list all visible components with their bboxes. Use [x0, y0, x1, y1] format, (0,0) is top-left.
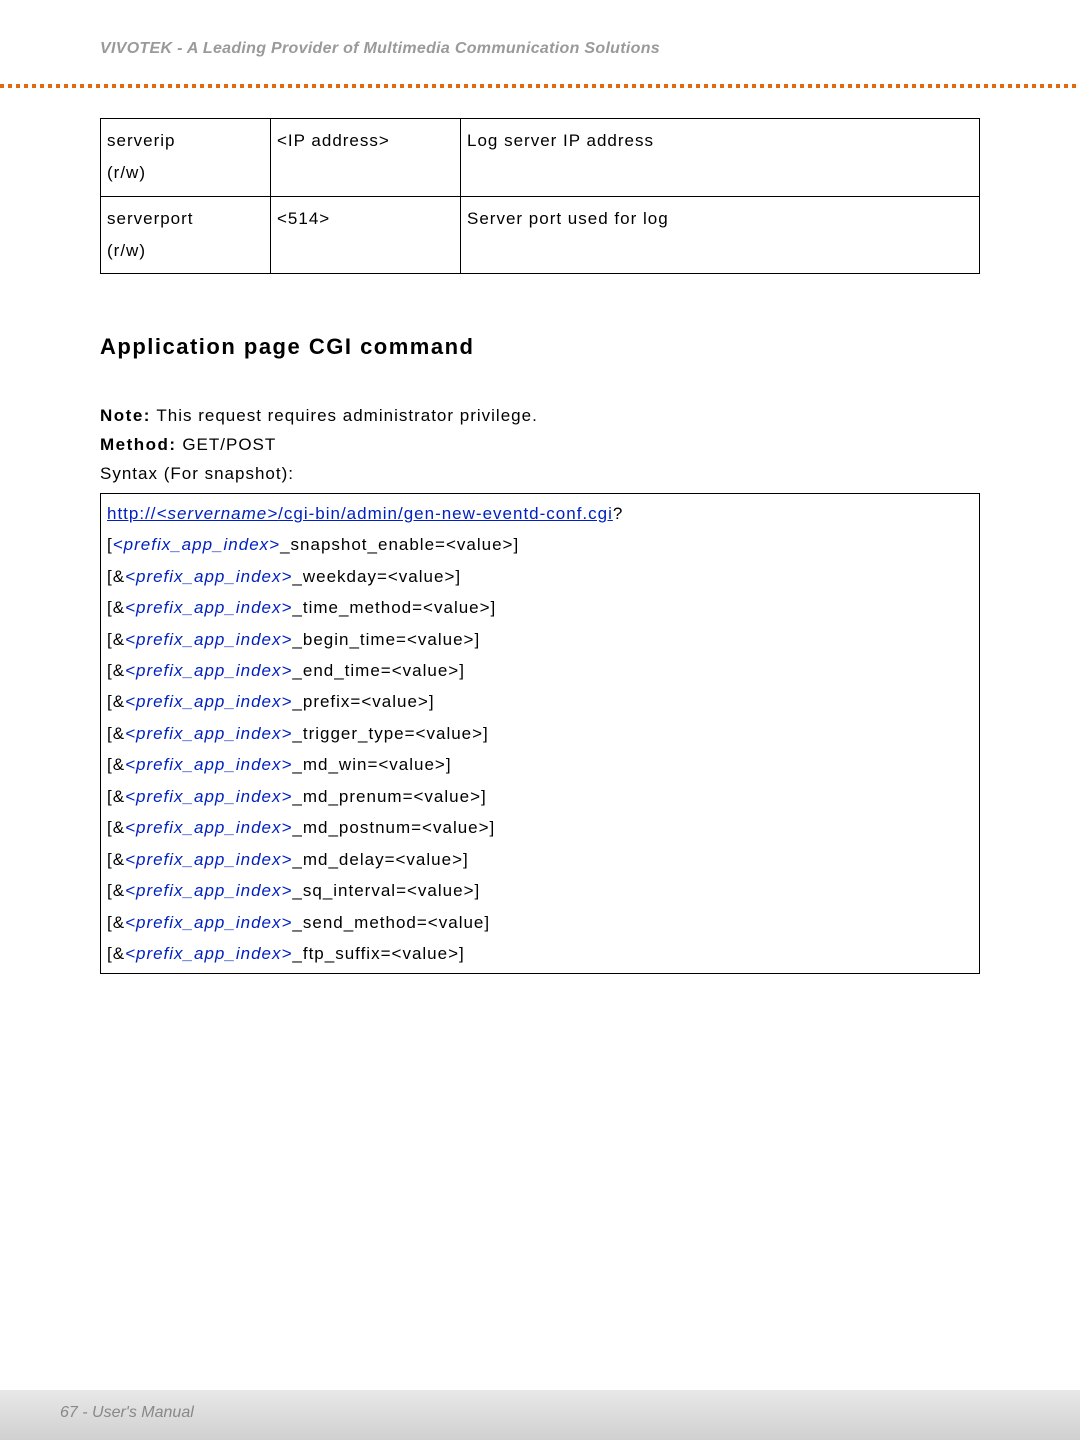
syntax-url-prefix[interactable]: http://	[107, 504, 157, 523]
syntax-after: _end_time=<value>]	[292, 661, 465, 680]
syntax-var: <prefix_app_index>	[125, 692, 292, 711]
syntax-open: [&	[107, 661, 125, 680]
syntax-url-line: http://<servername>/cgi-bin/admin/gen-ne…	[107, 498, 973, 529]
param-desc-cell: Server port used for log	[461, 196, 980, 274]
footer-text: 67 - User's Manual	[60, 1404, 194, 1421]
syntax-open: [&	[107, 881, 125, 900]
param-name: serverport	[107, 209, 194, 228]
note-label: Note:	[100, 406, 151, 425]
syntax-line: [&<prefix_app_index>_md_postnum=<value>]	[107, 812, 973, 843]
syntax-open: [&	[107, 944, 125, 963]
syntax-after: _send_method=<value]	[292, 913, 490, 932]
syntax-line: [&<prefix_app_index>_send_method=<value]	[107, 907, 973, 938]
header-title: VIVOTEK - A Leading Provider of Multimed…	[100, 40, 1020, 58]
method-line: Method: GET/POST	[100, 431, 980, 460]
syntax-open: [&	[107, 755, 125, 774]
param-rw: (r/w)	[107, 241, 146, 260]
syntax-line: [&<prefix_app_index>_sq_interval=<value>…	[107, 875, 973, 906]
syntax-line: [<prefix_app_index>_snapshot_enable=<val…	[107, 529, 973, 560]
syntax-var: <prefix_app_index>	[125, 850, 292, 869]
param-value-cell: <514>	[271, 196, 461, 274]
syntax-open: [&	[107, 818, 125, 837]
syntax-line: [&<prefix_app_index>_end_time=<value>]	[107, 655, 973, 686]
syntax-after: _md_postnum=<value>]	[292, 818, 495, 837]
param-name-cell: serverip (r/w)	[101, 119, 271, 197]
syntax-line: [&<prefix_app_index>_ftp_suffix=<value>]	[107, 938, 973, 969]
syntax-var: <prefix_app_index>	[125, 755, 292, 774]
page-header: VIVOTEK - A Leading Provider of Multimed…	[0, 0, 1080, 68]
syntax-after: _weekday=<value>]	[292, 567, 461, 586]
syntax-var: <prefix_app_index>	[125, 630, 292, 649]
syntax-open: [&	[107, 787, 125, 806]
param-rw: (r/w)	[107, 163, 146, 182]
syntax-var: <prefix_app_index>	[125, 567, 292, 586]
table-row: serverport (r/w) <514> Server port used …	[101, 196, 980, 274]
param-name-cell: serverport (r/w)	[101, 196, 271, 274]
note-text: This request requires administrator priv…	[151, 406, 538, 425]
syntax-box: http://<servername>/cgi-bin/admin/gen-ne…	[100, 493, 980, 975]
syntax-open: [&	[107, 567, 125, 586]
table-row: serverip (r/w) <IP address> Log server I…	[101, 119, 980, 197]
method-label: Method:	[100, 435, 177, 454]
syntax-after: _prefix=<value>]	[292, 692, 434, 711]
page-footer: 67 - User's Manual	[0, 1390, 1080, 1440]
syntax-line: [&<prefix_app_index>_md_delay=<value>]	[107, 844, 973, 875]
syntax-var: <prefix_app_index>	[125, 661, 292, 680]
syntax-line: [&<prefix_app_index>_md_prenum=<value>]	[107, 781, 973, 812]
syntax-open: [&	[107, 598, 125, 617]
syntax-var: <prefix_app_index>	[125, 598, 292, 617]
syntax-url-path[interactable]: /cgi-bin/admin/gen-new-eventd-conf.cgi	[278, 504, 613, 523]
syntax-open: [&	[107, 724, 125, 743]
syntax-label: Syntax (For snapshot):	[100, 460, 980, 489]
param-desc-cell: Log server IP address	[461, 119, 980, 197]
note-line: Note: This request requires administrato…	[100, 402, 980, 431]
syntax-lines: [<prefix_app_index>_snapshot_enable=<val…	[107, 529, 973, 969]
syntax-after: _md_prenum=<value>]	[292, 787, 486, 806]
page-content: serverip (r/w) <IP address> Log server I…	[0, 88, 1080, 974]
syntax-var: <prefix_app_index>	[125, 724, 292, 743]
syntax-url-server[interactable]: <servername>	[157, 504, 279, 523]
syntax-after: _snapshot_enable=<value>]	[280, 535, 519, 554]
syntax-after: _time_method=<value>]	[292, 598, 496, 617]
syntax-open: [&	[107, 630, 125, 649]
syntax-var: <prefix_app_index>	[113, 535, 280, 554]
syntax-line: [&<prefix_app_index>_time_method=<value>…	[107, 592, 973, 623]
syntax-open: [&	[107, 913, 125, 932]
method-text: GET/POST	[177, 435, 277, 454]
parameter-table: serverip (r/w) <IP address> Log server I…	[100, 118, 980, 274]
syntax-after: _md_win=<value>]	[292, 755, 451, 774]
syntax-url-q: ?	[613, 504, 623, 523]
syntax-line: [&<prefix_app_index>_trigger_type=<value…	[107, 718, 973, 749]
syntax-after: _trigger_type=<value>]	[292, 724, 488, 743]
syntax-var: <prefix_app_index>	[125, 818, 292, 837]
syntax-open: [&	[107, 692, 125, 711]
syntax-after: _ftp_suffix=<value>]	[292, 944, 464, 963]
syntax-var: <prefix_app_index>	[125, 913, 292, 932]
syntax-line: [&<prefix_app_index>_begin_time=<value>]	[107, 624, 973, 655]
syntax-var: <prefix_app_index>	[125, 944, 292, 963]
syntax-var: <prefix_app_index>	[125, 881, 292, 900]
syntax-line: [&<prefix_app_index>_md_win=<value>]	[107, 749, 973, 780]
syntax-after: _begin_time=<value>]	[292, 630, 480, 649]
param-name: serverip	[107, 131, 175, 150]
syntax-var: <prefix_app_index>	[125, 787, 292, 806]
syntax-line: [&<prefix_app_index>_prefix=<value>]	[107, 686, 973, 717]
syntax-line: [&<prefix_app_index>_weekday=<value>]	[107, 561, 973, 592]
syntax-after: _sq_interval=<value>]	[292, 881, 480, 900]
syntax-open: [&	[107, 850, 125, 869]
section-heading: Application page CGI command	[100, 334, 980, 360]
param-value-cell: <IP address>	[271, 119, 461, 197]
syntax-after: _md_delay=<value>]	[292, 850, 468, 869]
